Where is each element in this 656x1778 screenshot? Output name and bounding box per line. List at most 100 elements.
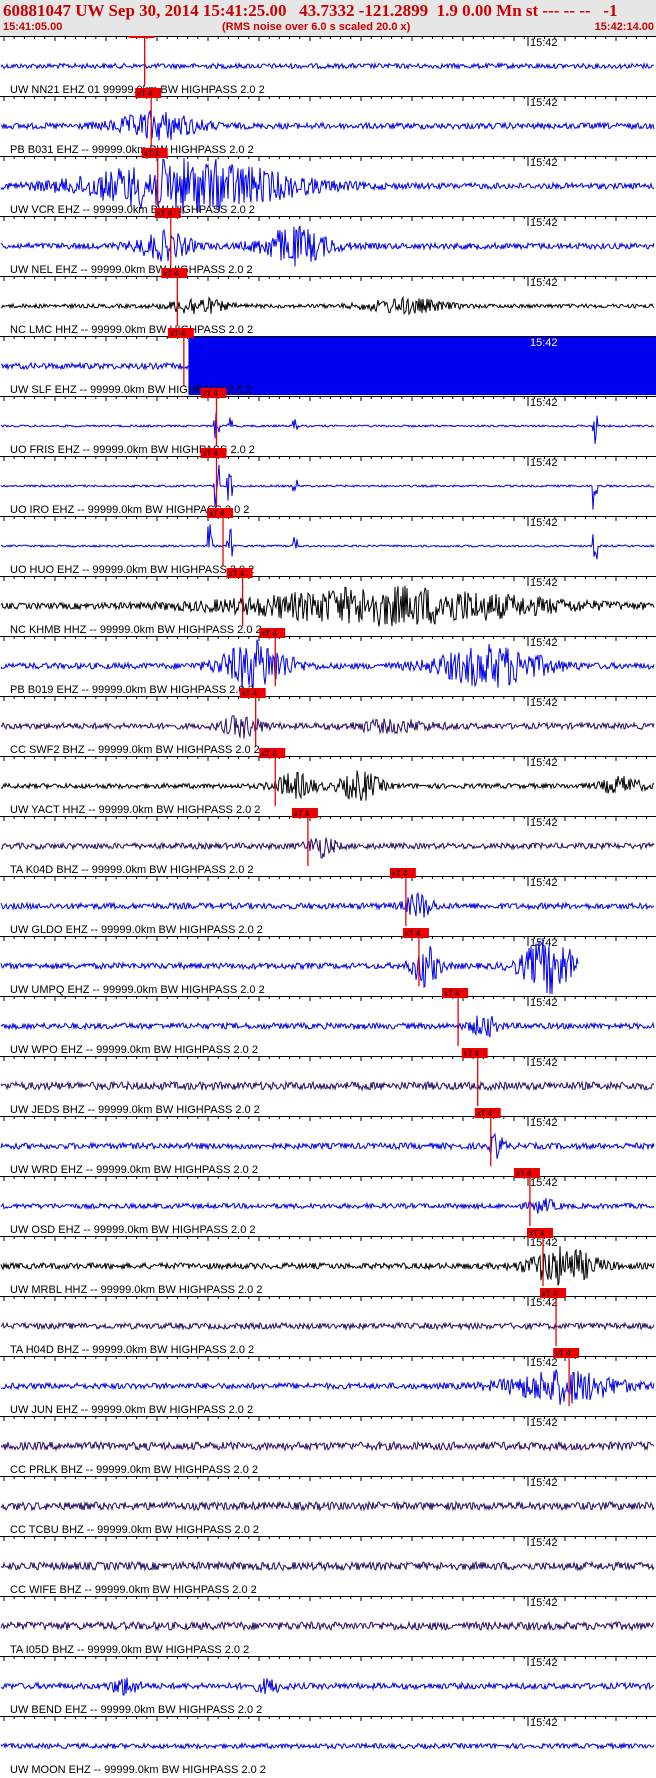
waveform [0,837,655,859]
minute-label: 15:42 [530,217,558,229]
minute-label: 15:42 [530,757,558,769]
minute-label: 15:42 [530,457,558,469]
trace-row: 15:42xT 4PB B019 EHZ -- 99999.0km BW HIG… [0,628,656,696]
pick-label: xT 4 [529,1229,545,1238]
trace-row: 15:42 xT 4 UW VCR EHZ -- 99999.0km BW HIGH… [0,148,656,216]
trace-row: 15:42xT 4CC SWF2 BHZ -- 99999.0km BW HIG… [0,688,656,756]
pick-label: xT 4 [202,449,218,458]
waveform [0,109,655,141]
waveform [0,1132,655,1159]
trace-row: 15:42xT 4UW OSD EHZ -- 99999.0km BW HIGH… [0,1168,656,1236]
waveform [0,464,655,510]
minute-label: 15:42 [530,1177,558,1189]
minute-label: 15:42 [530,937,558,949]
pick-label: xT 4 [242,689,258,698]
channel-label: CC WIFE BHZ -- 99999.0km BW HIGHPASS 2.0… [10,1584,257,1596]
trace-row: 15:42xT 4UO FRIS EHZ -- 99999.0km BW HIG… [0,388,656,456]
channel-label: CC PRLK BHZ -- 99999.0km BW HIGHPASS 2.0… [10,1464,258,1476]
pick-label: xT 4 [294,809,310,818]
channel-label: CC TCBU BHZ -- 99999.0km BW HIGHPASS 2.0… [10,1524,259,1536]
event-title: 60881047 UW Sep 30, 2014 15:41:25.00 43.… [3,1,618,20]
minute-label: 15:42 [530,157,558,169]
trace-row: 15:42 CC TCBU BHZ -- 99999.0km BW HIGHPAS… [0,1476,656,1536]
pick-label: xT 4 [444,989,460,998]
waveform [0,524,655,560]
trace-row: 15:42xT 4NC LMC HHZ -- 99999.0km BW HIGH… [0,268,656,336]
trace-row: 15:42xT 4UO HUO EHZ -- 99999.0km BW HIGH… [0,508,656,576]
pick-label: xT 4 [261,749,277,758]
trace-row: 15:42 CC WIFE BHZ -- 99999.0km BW HIGHPAS… [0,1536,656,1596]
end-time-label: 15:42:14.00 [594,21,654,33]
pick-label: xT 4 [209,509,225,518]
pick-label: xT 4 [392,869,408,878]
minute-label: 15:42 [530,397,558,409]
saturated-signal [188,337,656,395]
channel-label: UW MRBL HHZ -- 99999.0km BW HIGHPASS 2.0… [10,1284,262,1296]
trace-row: 15:42xT 4UO IRO EHZ -- 99999.0km BW HIGH… [0,448,656,516]
minute-label: 15:42 [530,1057,558,1069]
channel-label: UW JUN EHZ -- 99999.0km BW HIGHPASS 2.0 … [10,1404,253,1416]
waveform [0,61,655,71]
waveform [0,1246,655,1286]
waveform [0,1369,655,1405]
waveform [0,1197,655,1214]
channel-label: UW WPO EHZ -- 99999.0km BW HIGHPASS 2.0 … [10,1044,258,1056]
channel-label: PB B031 EHZ -- 99999.0km BW HIGHPASS 2.0… [10,144,254,156]
channel-label: TA K04D BHZ -- 99999.0km BW HIGHPASS 2.0… [10,864,254,876]
waveform [0,225,655,267]
trace-row: 15:42 UW BEND EHZ -- 99999.0km BW HIGHPAS… [0,1656,656,1716]
channel-label: UW WRD EHZ -- 99999.0km BW HIGHPASS 2.0 … [10,1164,258,1176]
minute-label: 15:42 [530,1477,558,1489]
channel-label: TA I05D BHZ -- 99999.0km BW HIGHPASS 2.0… [10,1644,249,1656]
channel-label: UW MOON EHZ -- 99999.0km BW HIGHPASS 2.0… [10,1764,266,1776]
pick-label: xT 4 [202,389,218,398]
trace-row: 15:42 xT 4 UW WPO EHZ -- 99999.0km BW HIGH… [0,988,656,1056]
pick-label: xT 4 [555,1349,571,1358]
pick-label: xT 4 [131,36,147,38]
minute-label: 15:42 [530,1297,558,1309]
trace-row: 15:42 xT 4 UW GLDO EHZ -- 99999.0km BW HIG… [0,868,656,936]
pick-label: xT 4 [144,149,160,158]
minute-label: 15:42 [530,277,558,289]
trace-row: 15:42xT 4NC KHMB HHZ -- 99999.0km BW HIG… [0,568,656,636]
waveform [0,1500,655,1512]
minute-label: 15:42 [530,37,558,49]
minute-label: 15:42 [530,697,558,709]
trace-row: 15:42 xT 4 UW UMPQ EHZ -- 99999.0km BW HIG… [0,928,656,996]
waveform [0,1620,655,1632]
minute-label: 15:42 [530,1657,558,1669]
minute-label: 15:42 [530,577,558,589]
pick-label: xT 4 [137,89,153,98]
pick-label: xT 4 [229,569,245,578]
minute-label: 15:42 [530,517,558,529]
pick-label: xT 4 [516,1169,532,1178]
trace-row: 15:4215:42xT 4UW SLF EHZ -- 99999.0km BW… [0,328,656,396]
start-time-label: 15:41:05.00 [3,21,63,33]
pick-label: xT 4 [261,629,277,638]
trace-row: 15:42 xT 4 UW WRD EHZ -- 99999.0km BW HIGH… [0,1108,656,1176]
minute-label: 15:42 [530,1357,558,1369]
trace-row: 15:42xT 4PB B031 EHZ -- 99999.0km BW HIG… [0,88,656,156]
waveform [0,1440,655,1452]
waveform [0,1560,655,1572]
trace-row: 15:42xT 4UW NN21 EHZ 01 99999.0km BW HIG… [0,36,656,96]
minute-label: 15:42 [530,1717,558,1729]
channel-label: TA H04D BHZ -- 99999.0km BW HIGHPASS 2.0… [10,1344,254,1356]
minute-label: 15:42 [530,1417,558,1429]
pick-label: xT 4 [405,929,421,938]
minute-label: 15:42 [530,877,558,889]
trace-row: 15:42 xT 4 UW JEDS BHZ -- 99999.0km BW HIG… [0,1048,656,1116]
waveform [0,1741,655,1751]
minute-label: 15:42 [530,817,558,829]
trace-row: 15:42 TA I05D BHZ -- 99999.0km BW HIGHPAS… [0,1596,656,1656]
waveform [0,295,655,316]
minute-label: 15:42 [530,1117,558,1129]
waveform [0,1677,655,1696]
channel-label: NC KHMB HHZ -- 99999.0km BW HIGHPASS 2.0… [10,624,262,636]
waveform [0,770,655,801]
pick-label: xT 4 [464,1049,480,1058]
minute-label: 15:42 [530,637,558,649]
channel-label: UW VCR EHZ -- 99999.0km BW HIGHPASS 2.0 … [10,204,255,216]
seismogram-panel: 15:42xT 4UW NN21 EHZ 01 99999.0km BW HIG… [0,36,656,1776]
pick-label: xT 4 [542,1289,558,1298]
